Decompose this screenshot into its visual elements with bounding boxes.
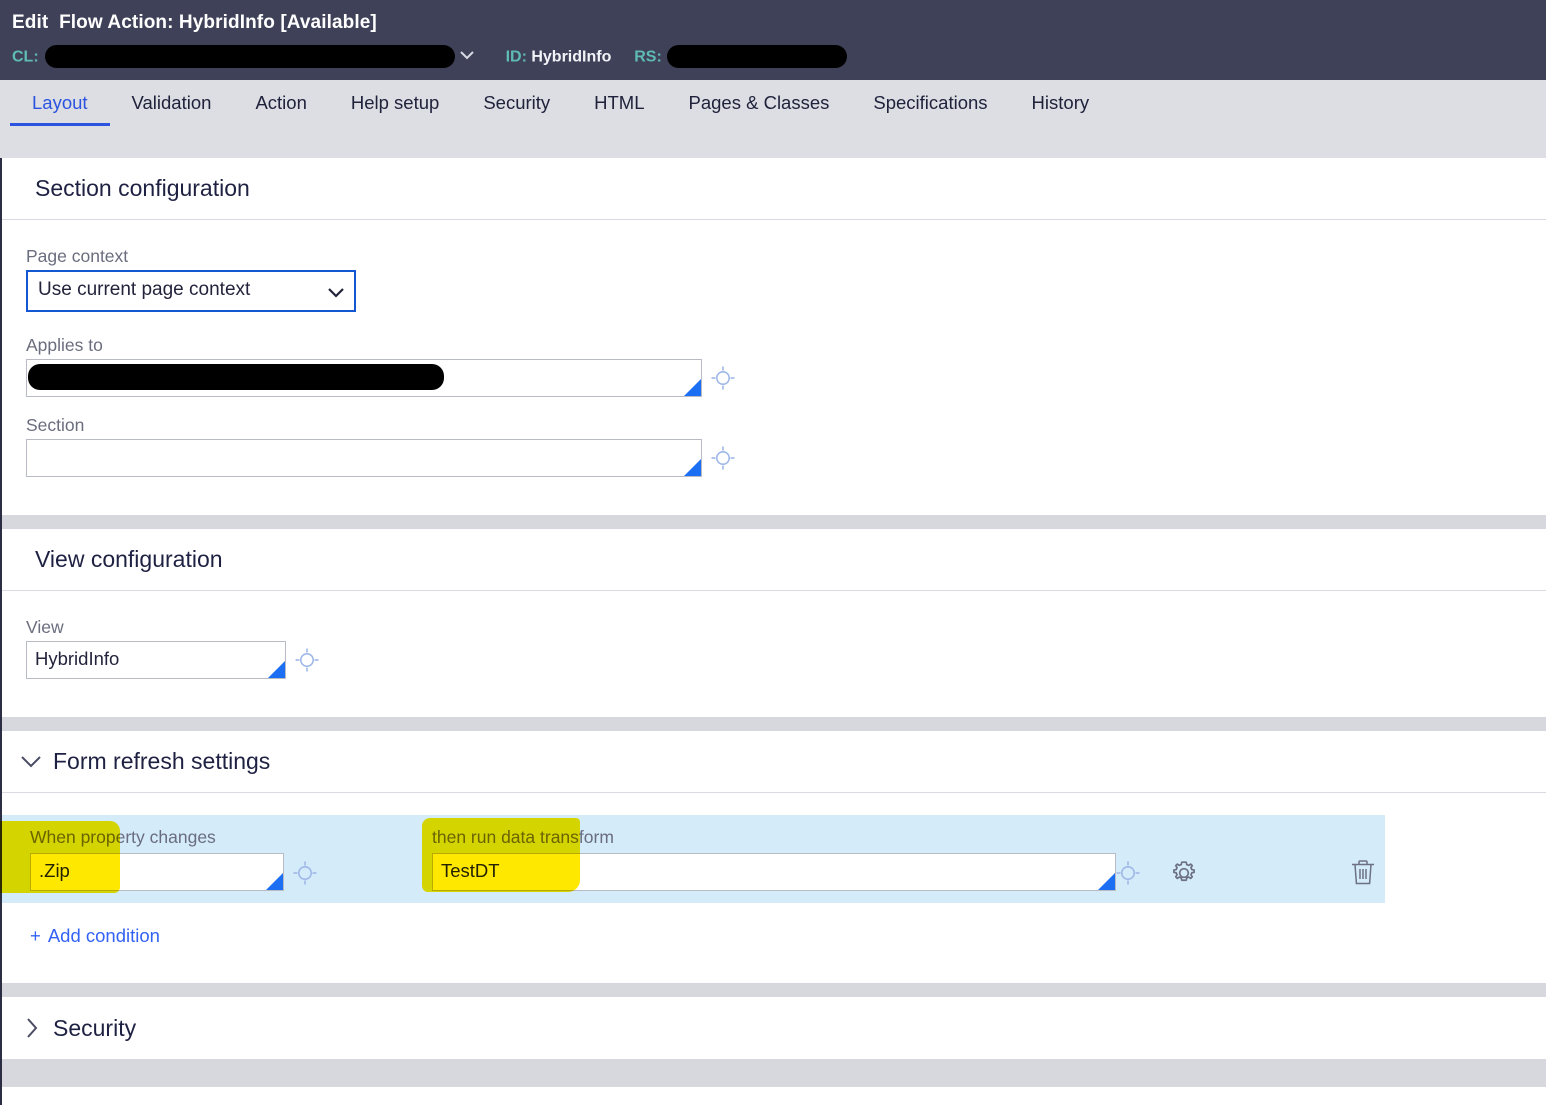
condition-row: When property changes then run data tran… [0,815,1385,903]
tab-action[interactable]: Action [233,80,328,128]
page-context-label: Page context [26,246,129,266]
form-refresh-divider-band [2,983,1546,997]
add-condition-label: Add condition [47,925,160,946]
view-field-row: HybridInfo [26,641,1546,679]
crosshair-icon[interactable] [294,647,320,673]
view-configuration-title: View configuration [35,546,223,572]
crosshair-icon[interactable] [1115,860,1141,886]
tab-html[interactable]: HTML [572,80,666,128]
page-title: Edit Flow Action: HybridInfo [Available] [12,12,377,34]
when-property-changes-label: When property changes [30,827,216,847]
crosshair-icon[interactable] [710,445,736,471]
id-value: HybridInfo [531,48,612,66]
smart-input-corner [1098,873,1115,890]
view-field-label: View [26,617,64,637]
property-value: .Zip [39,860,70,881]
view-input[interactable]: HybridInfo [26,641,286,679]
chevron-down-icon[interactable] [19,755,43,768]
tab-bar: Layout Validation Action Help setup Secu… [0,80,1546,158]
plus-icon: + [30,925,41,946]
app-header: Edit Flow Action: HybridInfo [Available]… [0,0,1546,80]
applies-to-value-redacted [28,364,444,390]
trash-icon[interactable] [1350,858,1376,888]
tab-validation[interactable]: Validation [110,80,234,128]
form-refresh-settings-body: When property changes then run data tran… [0,793,1546,983]
form-refresh-settings-header[interactable]: Form refresh settings [2,731,1546,793]
tab-pages-and-classes[interactable]: Pages & Classes [667,80,852,128]
flow-action-editor: Edit Flow Action: HybridInfo [Available]… [0,0,1546,1105]
chevron-down-icon [327,282,345,304]
smart-input-corner [268,661,285,678]
id-label: ID: [505,48,527,66]
section-configuration-header: Section configuration [2,158,1546,220]
page-context-selected-value: Use current page context [38,279,251,300]
data-transform-input[interactable]: TestDT [432,853,1116,891]
tab-specifications[interactable]: Specifications [851,80,1009,128]
tab-help-setup[interactable]: Help setup [329,80,461,128]
page-title-prefix: Edit [12,12,49,33]
smart-input-corner [266,873,283,890]
smart-input-corner [684,379,701,396]
section-field-row [26,439,1546,477]
property-input-wrap: .Zip [30,853,284,891]
view-value: HybridInfo [35,648,120,669]
tab-security[interactable]: Security [461,80,572,128]
tab-history[interactable]: History [1010,80,1112,128]
then-run-data-transform-label: then run data transform [432,827,614,847]
applies-to-input-wrap [26,359,702,397]
smart-input-corner [684,459,701,476]
class-label: CL: [12,48,39,66]
gear-icon[interactable] [1169,858,1199,888]
header-meta: CL: ID: HybridInfo RS: [12,45,847,70]
page-context-select-wrap: Use current page context [26,270,356,312]
view-divider-band [2,717,1546,731]
section-input-wrap [26,439,702,477]
view-configuration-header: View configuration [2,529,1546,591]
class-value-redacted[interactable] [44,45,455,68]
section-input[interactable] [26,439,702,477]
security-section-title: Security [53,1014,137,1041]
section-field-label: Section [26,415,85,435]
form-refresh-settings-title: Form refresh settings [53,748,271,774]
crosshair-icon[interactable] [292,860,318,886]
content-panel: Section configuration Page context Use c… [0,158,1546,1105]
section-configuration-title: Section configuration [35,175,250,201]
status-badge: [Available] [280,12,377,33]
page-title-main: Flow Action: HybridInfo [59,12,275,33]
tab-layout[interactable]: Layout [10,80,110,128]
tab-list: Layout Validation Action Help setup Secu… [10,80,1111,132]
add-condition-button[interactable]: + Add condition [30,925,160,947]
applies-to-row [26,359,1546,397]
view-configuration-body: View HybridInfo [2,591,1546,717]
property-input[interactable]: .Zip [30,853,284,891]
ruleset-label: RS: [634,48,662,66]
applies-to-label: Applies to [26,335,103,355]
security-section-header[interactable]: Security [2,997,1546,1059]
section-divider-band [2,515,1546,529]
data-transform-input-wrap: TestDT [432,853,1116,891]
data-transform-value: TestDT [441,860,500,881]
class-chevron-down-icon[interactable] [459,47,475,64]
bottom-band [2,1059,1546,1087]
view-input-wrap: HybridInfo [26,641,286,679]
section-configuration-body: Page context Use current page context Ap… [2,220,1546,515]
crosshair-icon[interactable] [710,365,736,391]
ruleset-value-redacted[interactable] [666,45,847,68]
chevron-right-icon[interactable] [19,1017,43,1039]
page-context-select[interactable]: Use current page context [26,270,356,312]
